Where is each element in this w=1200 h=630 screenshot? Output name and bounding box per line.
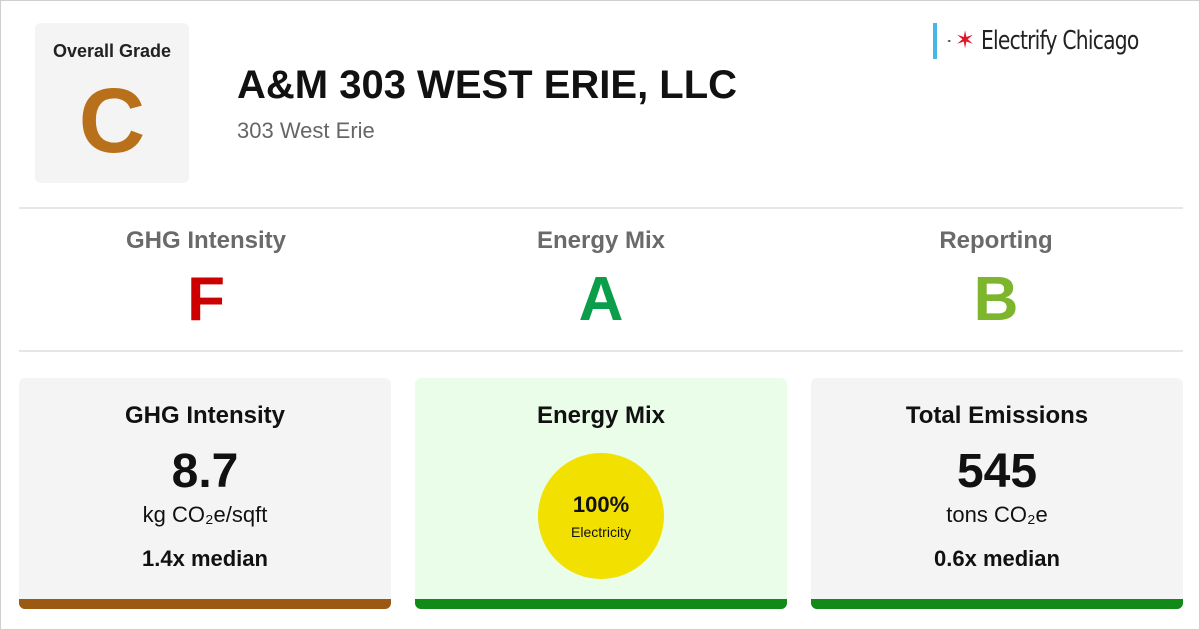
ghg-intensity-value: 8.7	[171, 445, 239, 498]
card-title: GHG Intensity	[124, 402, 286, 429]
total-emissions-card: Total Emissions 545 tons CO₂e 0.6x media…	[811, 378, 1183, 609]
share-card: Overall Grade C A&M 303 WEST ERIE, LLC 3…	[0, 0, 1200, 630]
energy-mix-circle: 100% Electricity	[538, 453, 664, 579]
red-star-icon: ✶	[954, 27, 976, 54]
total-emissions-unit: tons CO₂e	[946, 502, 1048, 527]
rating-bar	[19, 599, 391, 609]
overall-grade-letter: C	[78, 70, 146, 172]
building-address: 303 West Erie	[237, 118, 375, 143]
card-title: Total Emissions	[905, 402, 1089, 429]
subgrade-energy-mix: Energy Mix A	[451, 227, 751, 331]
plug-icon	[947, 40, 951, 42]
brand-logo[interactable]: ✶ Electrify Chicago	[933, 23, 1183, 59]
subgrade-ghg-intensity: GHG Intensity F	[56, 227, 356, 331]
divider-middle	[19, 350, 1183, 352]
rating-bar	[415, 599, 787, 609]
overall-grade-card: Overall Grade C	[35, 23, 189, 183]
energy-mix-card: Energy Mix 100% Electricity	[415, 378, 787, 609]
subgrade-label: Energy Mix	[536, 227, 666, 254]
subgrade-letter: B	[973, 265, 1019, 334]
total-emissions-value: 545	[956, 445, 1038, 498]
card-title: Energy Mix	[536, 402, 666, 429]
chicago-flag-icon	[933, 23, 937, 59]
subgrade-label: GHG Intensity	[125, 227, 287, 254]
total-emissions-median: 0.6x median	[934, 546, 1060, 571]
building-name: A&M 303 WEST ERIE, LLC	[237, 63, 738, 107]
subgrade-letter: A	[578, 265, 624, 334]
brand-name: Electrify Chicago	[981, 26, 1139, 56]
subgrade-reporting: Reporting B	[846, 227, 1146, 331]
ghg-intensity-card: GHG Intensity 8.7 kg CO₂e/sqft 1.4x medi…	[19, 378, 391, 609]
divider-top	[19, 207, 1183, 209]
rating-bar	[811, 599, 1183, 609]
ghg-intensity-unit: kg CO₂e/sqft	[142, 502, 268, 527]
ghg-intensity-median: 1.4x median	[142, 546, 268, 571]
energy-mix-source: Electricity	[571, 524, 631, 540]
energy-mix-percent: 100%	[572, 492, 630, 517]
subgrade-letter: F	[187, 265, 225, 334]
subgrade-label: Reporting	[939, 227, 1053, 254]
overall-grade-label: Overall Grade	[52, 41, 172, 61]
